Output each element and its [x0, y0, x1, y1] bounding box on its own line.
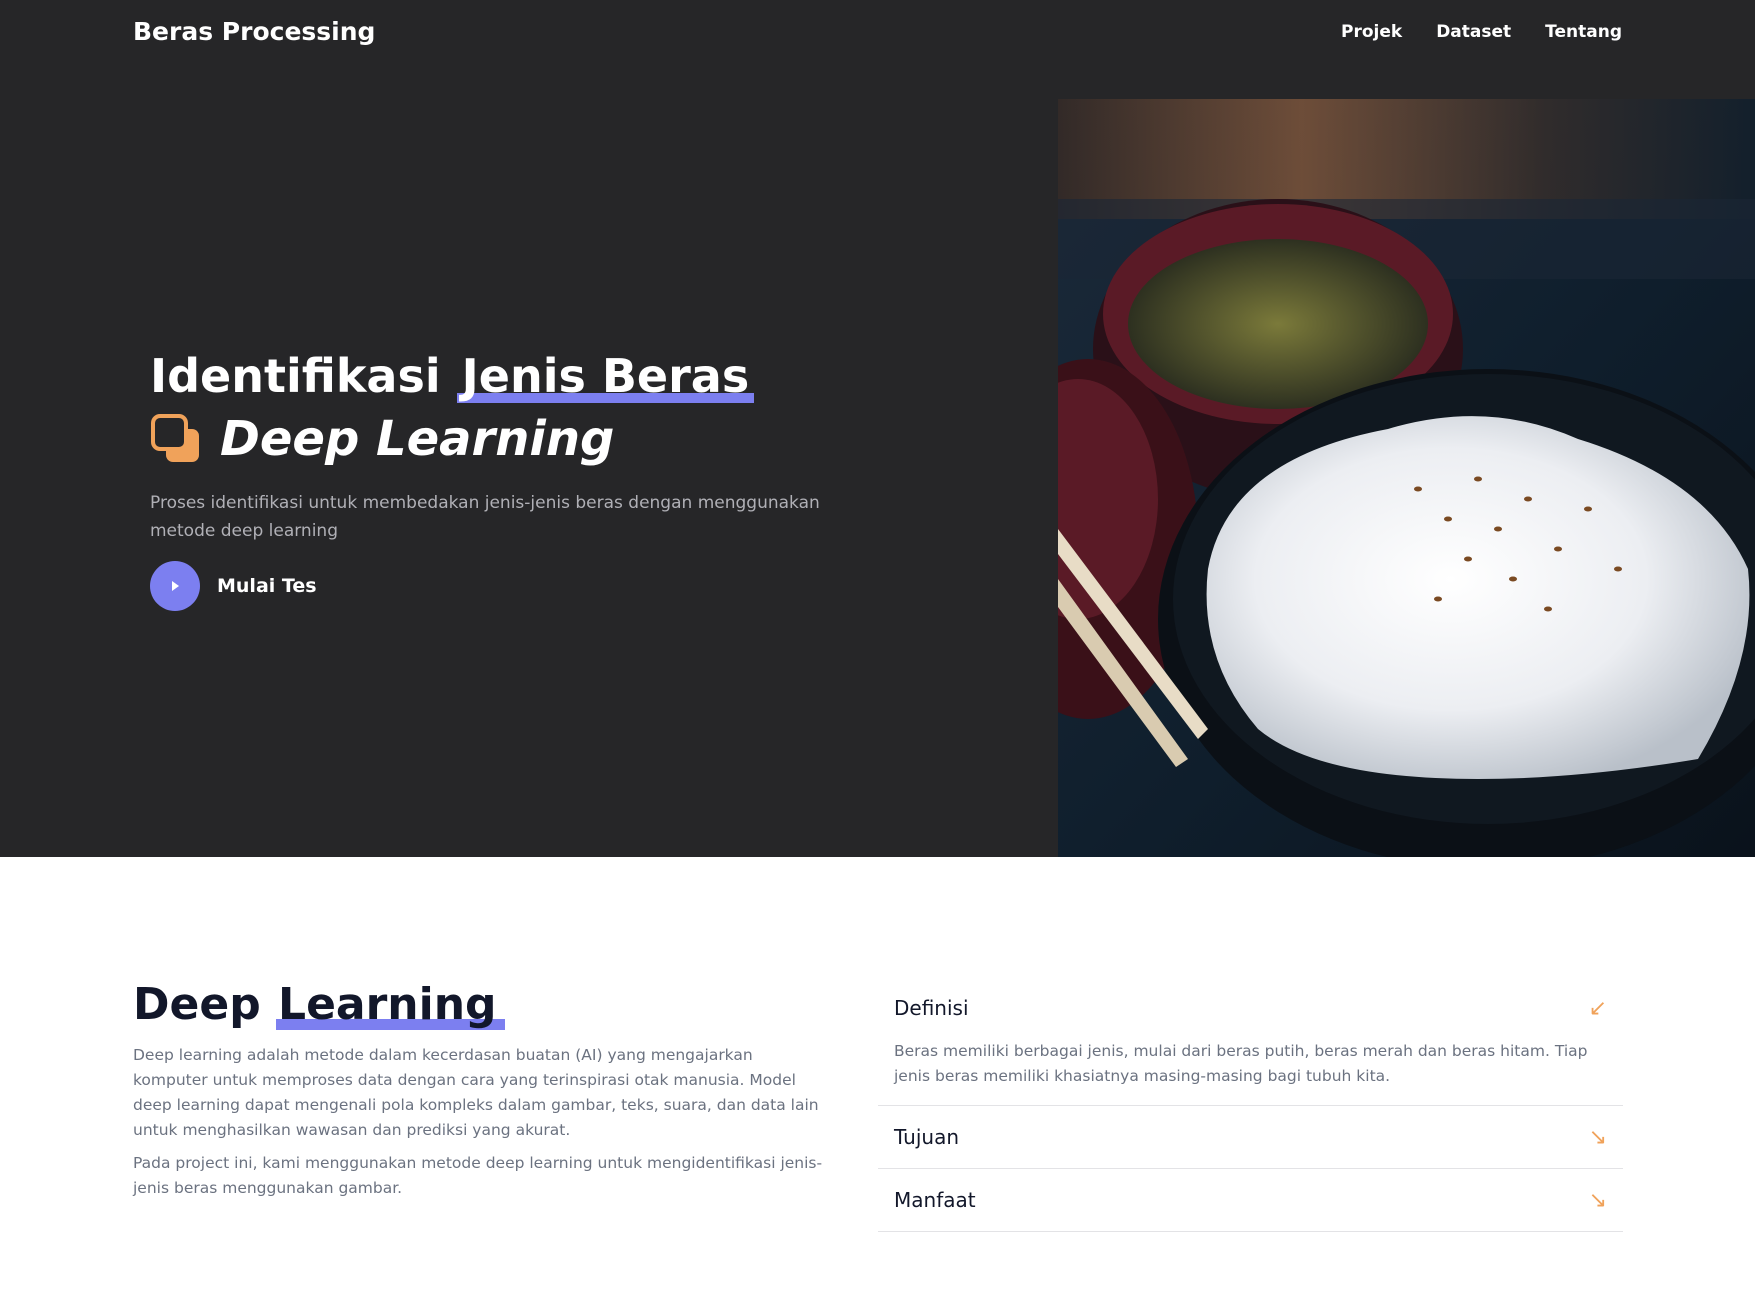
- about-content: Deep Learning Deep learning adalah metod…: [133, 977, 823, 1201]
- nav-links: Projek Dataset Tentang: [1341, 22, 1622, 42]
- arrow-down-right-icon[interactable]: ↘: [1589, 1125, 1607, 1150]
- about-paragraph: Pada project ini, kami menggunakan metod…: [133, 1154, 823, 1197]
- hero-subtitle-row: Deep Learning: [150, 411, 870, 467]
- start-test-label[interactable]: Mulai Tes: [217, 575, 317, 597]
- hero-text: Identifikasi Jenis Beras Deep Learning P…: [150, 345, 870, 611]
- stack-icon: [151, 414, 199, 462]
- accordion-title: Definisi: [894, 996, 969, 1020]
- accordion-item-definisi: Definisi ↙ Beras memiliki berbagai jenis…: [878, 977, 1623, 1106]
- accordion-header-tujuan[interactable]: Tujuan ↘: [878, 1106, 1623, 1168]
- hero-subtitle: Deep Learning: [220, 411, 615, 467]
- about-title-highlight: Learning: [276, 979, 505, 1030]
- arrow-down-right-icon[interactable]: ↘: [1589, 1188, 1607, 1213]
- start-test-button[interactable]: Mulai Tes: [150, 561, 870, 611]
- accordion-item-manfaat: Manfaat ↘: [878, 1169, 1623, 1232]
- play-icon[interactable]: [150, 561, 200, 611]
- accordion: Definisi ↙ Beras memiliki berbagai jenis…: [878, 977, 1623, 1232]
- accordion-header-manfaat[interactable]: Manfaat ↘: [878, 1169, 1623, 1231]
- nav-link-projek[interactable]: Projek: [1341, 22, 1402, 42]
- hero-title-plain: Identifikasi: [150, 349, 457, 403]
- accordion-header-definisi[interactable]: Definisi ↙: [878, 977, 1623, 1039]
- hero-title: Identifikasi Jenis Beras: [150, 345, 870, 407]
- hero-description: Proses identifikasi untuk membedakan jen…: [150, 493, 820, 541]
- accordion-title: Manfaat: [894, 1188, 976, 1212]
- about-paragraph: Deep learning adalah metode dalam kecerd…: [133, 1046, 819, 1139]
- nav-link-dataset[interactable]: Dataset: [1436, 22, 1511, 42]
- rice-bowl-photo: [1058, 99, 1755, 857]
- brand-logo[interactable]: Beras Processing: [133, 17, 375, 46]
- navbar: Beras Processing Projek Dataset Tentang: [0, 0, 1755, 70]
- about-title-plain: Deep: [133, 979, 277, 1030]
- about-title: Deep Learning: [133, 977, 823, 1033]
- hero-title-highlight: Jenis Beras: [456, 349, 755, 403]
- accordion-title: Tujuan: [894, 1125, 960, 1149]
- accordion-item-tujuan: Tujuan ↘: [878, 1106, 1623, 1169]
- about-section: Deep Learning Deep learning adalah metod…: [0, 857, 1755, 1315]
- accordion-body: Beras memiliki berbagai jenis, mulai dar…: [894, 1042, 1588, 1085]
- arrow-down-left-icon[interactable]: ↙: [1589, 996, 1607, 1021]
- nav-link-tentang[interactable]: Tentang: [1545, 22, 1622, 42]
- hero-section: Beras Processing Projek Dataset Tentang …: [0, 0, 1755, 857]
